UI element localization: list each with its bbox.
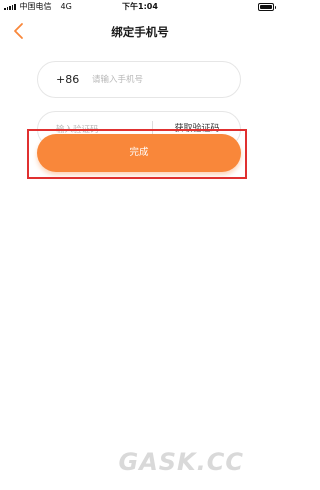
- phone-field: +86: [37, 61, 241, 98]
- status-bar: 中国电信 4G 下午1:04: [0, 0, 280, 14]
- status-time: 下午1:04: [122, 2, 158, 11]
- status-right: [258, 3, 276, 11]
- country-code-selector[interactable]: +86: [56, 62, 79, 97]
- nav-bar: 绑定手机号: [0, 14, 280, 50]
- page-title: 绑定手机号: [111, 25, 169, 39]
- done-button[interactable]: 完成: [37, 134, 241, 172]
- battery-fill: [260, 5, 272, 9]
- watermark-logo: GASK.CC: [118, 448, 244, 476]
- battery-icon: [258, 3, 276, 11]
- phone-input[interactable]: [92, 62, 232, 97]
